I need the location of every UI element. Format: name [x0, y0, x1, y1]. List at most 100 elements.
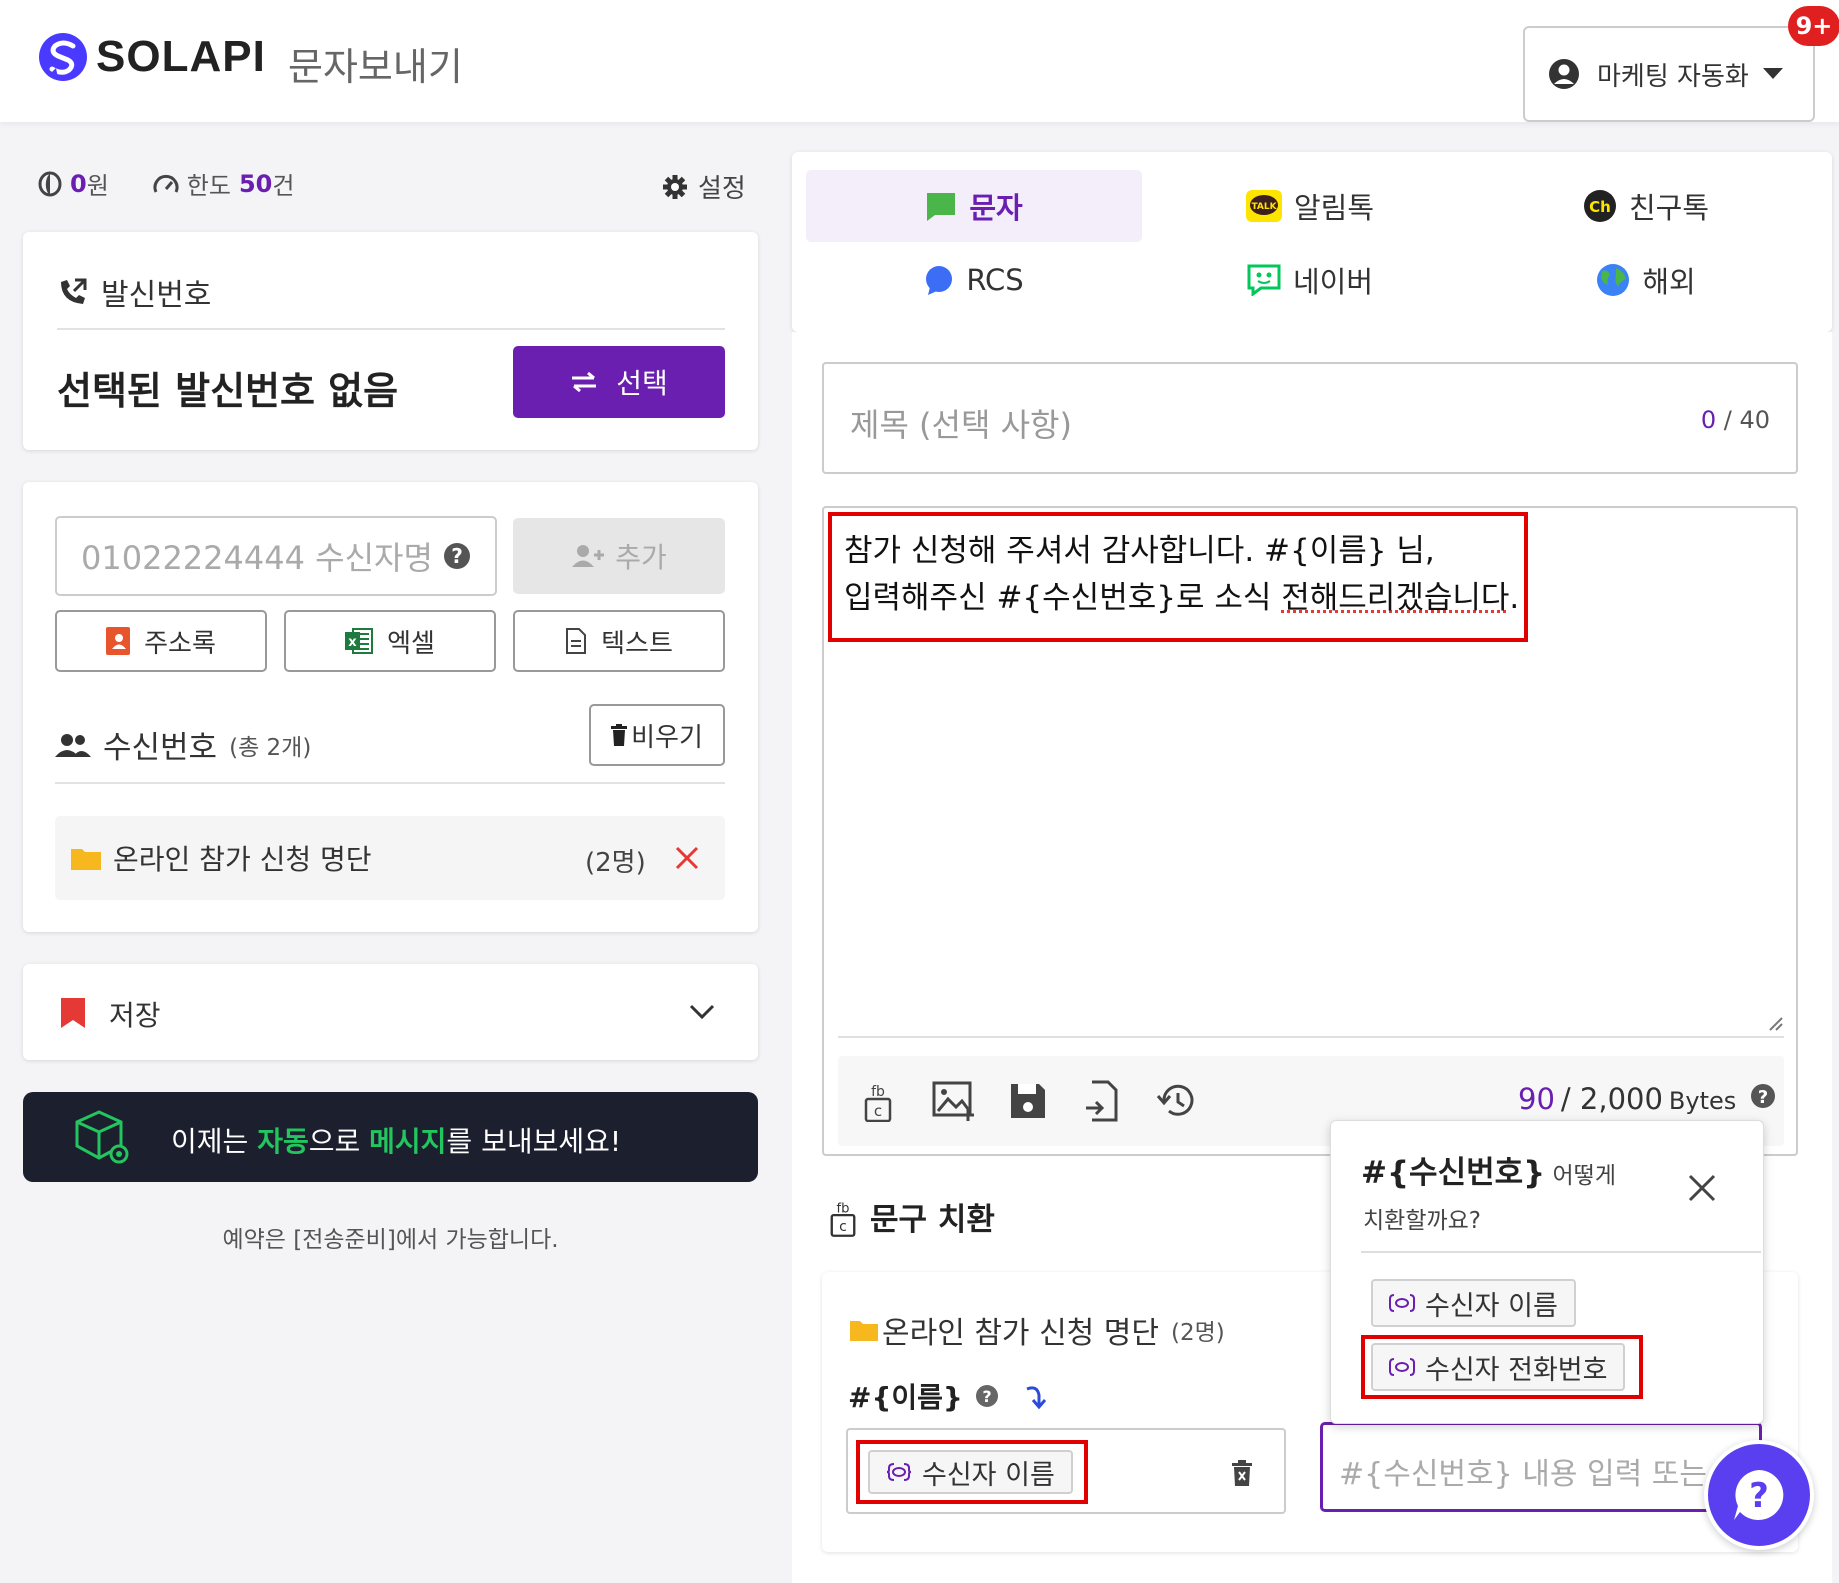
file-import-icon[interactable]: [1074, 1076, 1130, 1126]
svg-text:?: ?: [1749, 1476, 1769, 1516]
help-circle-icon[interactable]: ?: [1750, 1083, 1776, 1109]
variable-icon[interactable]: fb c: [850, 1076, 906, 1126]
notification-badge[interactable]: 9+: [1788, 6, 1839, 46]
settings-label: 설정: [698, 168, 746, 205]
header: SOLAPI 문자보내기 마케팅 자동화 9+: [0, 0, 1839, 122]
tab-rcs[interactable]: RCS: [806, 244, 1142, 316]
help-circle-icon[interactable]: ?: [443, 542, 471, 570]
caret-down-icon: [1763, 68, 1783, 80]
rcs-bubble-icon: [924, 265, 954, 295]
replace-title-label: 문구 치환: [870, 1194, 995, 1239]
bookmark-icon: [61, 998, 85, 1028]
chevron-down-icon: [689, 1004, 715, 1020]
sender-card: 발신번호 선택된 발신번호 없음 선택: [23, 232, 758, 450]
option-recipient-phone[interactable]: 수신자 전화번호: [1371, 1343, 1625, 1391]
text-import-button[interactable]: 텍스트: [513, 610, 725, 672]
users-icon: [55, 733, 91, 757]
recipient-list-title: 수신번호 (총 2개): [55, 722, 311, 767]
tab-friendtalk[interactable]: Ch 친구톡: [1478, 170, 1814, 242]
resize-handle-icon[interactable]: [1768, 1016, 1784, 1032]
excel-label: 엑셀: [387, 623, 435, 660]
svg-text:fb: fb: [871, 1084, 885, 1100]
floppy-save-icon[interactable]: [1000, 1076, 1056, 1126]
tab-naver[interactable]: 네이버: [1142, 244, 1478, 316]
option-recipient-name[interactable]: 수신자 이름: [1371, 1279, 1576, 1327]
replace-title: fb c 문구 치환: [828, 1194, 995, 1239]
tab-overseas[interactable]: 해외: [1478, 244, 1814, 316]
svg-text:TALK: TALK: [1251, 202, 1277, 212]
promo-highlight-message: 메시지: [369, 1125, 446, 1158]
promo-highlight-auto: 자동: [257, 1125, 309, 1158]
variable-tag-icon: [1389, 1294, 1415, 1312]
popover-question: #{수신번호} 어떻게: [1361, 1147, 1616, 1192]
var1-label: #{이름}: [848, 1376, 963, 1416]
naver-talk-icon: [1247, 264, 1281, 296]
replace-popover: #{수신번호} 어떻게 치환할까요? 수신자 이름 수신자 전화번호: [1330, 1120, 1764, 1424]
subject-input[interactable]: 제목 (선택 사항) 0 / 40: [822, 362, 1798, 474]
svg-text:Ch: Ch: [1589, 198, 1611, 216]
box-gear-icon: [71, 1108, 131, 1166]
clear-list-button[interactable]: 비우기: [589, 704, 725, 766]
tab-friendtalk-label: 친구톡: [1629, 185, 1709, 227]
settings-button[interactable]: 설정: [662, 168, 746, 205]
kakao-talk-icon: TALK: [1246, 190, 1282, 222]
close-icon[interactable]: [1687, 1173, 1717, 1203]
group-name: 온라인 참가 신청 명단: [113, 838, 372, 878]
bytes-max: / 2,000: [1561, 1082, 1663, 1116]
replace-group: 온라인 참가 신청 명단 (2명): [850, 1308, 1225, 1352]
add-recipient-button[interactable]: 추가: [513, 518, 725, 594]
message-body-text[interactable]: 참가 신청해 주셔서 감사합니다. #{이름} 님, 입력해주신 #{수신번호}…: [844, 528, 1519, 622]
clear-button-label: 비우기: [631, 717, 703, 754]
variable-tag-icon: [886, 1463, 912, 1481]
image-add-icon[interactable]: [926, 1076, 982, 1126]
account-dropdown[interactable]: 마케팅 자동화: [1523, 26, 1815, 122]
recipient-input[interactable]: 01022224444 수신자명 ?: [55, 516, 497, 596]
selected-sender-text: 선택된 발신번호 없음: [57, 360, 398, 415]
select-button-label: 선택: [616, 362, 668, 402]
promo-banner[interactable]: 이제는 자동으로 메시지를 보내보세요!: [23, 1092, 758, 1182]
message-line-2: 입력해주신 #{수신번호}로 소식 전해드리겠습니다.: [844, 575, 1519, 622]
address-book-button[interactable]: 주소록: [55, 610, 267, 672]
folder-icon: [850, 1319, 878, 1341]
folder-icon: [71, 846, 101, 870]
tab-sms[interactable]: 문자: [806, 170, 1142, 242]
list-total: (총 2개): [229, 728, 311, 762]
help-chat-button[interactable]: ?: [1704, 1440, 1814, 1550]
limit-unit: 건: [272, 166, 294, 201]
save-label: 저장: [109, 994, 161, 1034]
svg-text:c: c: [839, 1219, 847, 1235]
address-book-icon: [106, 627, 130, 655]
byte-counter: 90 / 2,000 Bytes ?: [1518, 1082, 1776, 1116]
phone-forward-icon: [57, 276, 89, 308]
channel-icon: Ch: [1583, 189, 1617, 223]
recipient-input-placeholder: 01022224444 수신자명: [81, 533, 443, 579]
tab-overseas-label: 해외: [1642, 259, 1695, 301]
brand-name: SOLAPI: [96, 32, 266, 82]
select-sender-button[interactable]: 선택: [513, 346, 725, 418]
help-circle-icon[interactable]: ?: [975, 1384, 999, 1408]
recipient-name-chip[interactable]: 수신자 이름: [868, 1450, 1073, 1494]
tab-alimtalk[interactable]: TALK 알림톡: [1142, 170, 1478, 242]
message-body-area: 참가 신청해 주셔서 감사합니다. #{이름} 님, 입력해주신 #{수신번호}…: [822, 506, 1798, 1156]
user-icon: [1547, 57, 1581, 91]
variable-icon: fb c: [828, 1195, 858, 1239]
var2-value-input[interactable]: #{수신번호} 내용 입력 또는: [1320, 1422, 1762, 1512]
excel-button[interactable]: x 엑셀: [284, 610, 496, 672]
replace-group-name: 온라인 참가 신청 명단: [882, 1308, 1159, 1352]
save-card[interactable]: 저장: [23, 964, 758, 1060]
remove-group-icon[interactable]: [675, 846, 699, 870]
popover-text2: 치환할까요?: [1363, 1201, 1481, 1235]
var2-placeholder: #{수신번호} 내용 입력 또는: [1339, 1449, 1707, 1493]
list-item[interactable]: 온라인 참가 신청 명단 (2명): [55, 816, 725, 900]
text-import-label: 텍스트: [601, 623, 673, 660]
solapi-logo-icon[interactable]: [38, 32, 88, 84]
history-icon[interactable]: [1148, 1076, 1204, 1126]
balance-info: 0원 한도 50 건: [38, 166, 294, 201]
address-book-label: 주소록: [144, 623, 216, 660]
sender-title: 발신번호: [57, 270, 211, 314]
gear-icon: [662, 174, 688, 200]
var1-value-field[interactable]: 수신자 이름: [846, 1428, 1286, 1514]
trash-icon[interactable]: [1232, 1460, 1252, 1486]
add-button-label: 추가: [615, 536, 667, 576]
tab-naver-label: 네이버: [1293, 259, 1373, 301]
